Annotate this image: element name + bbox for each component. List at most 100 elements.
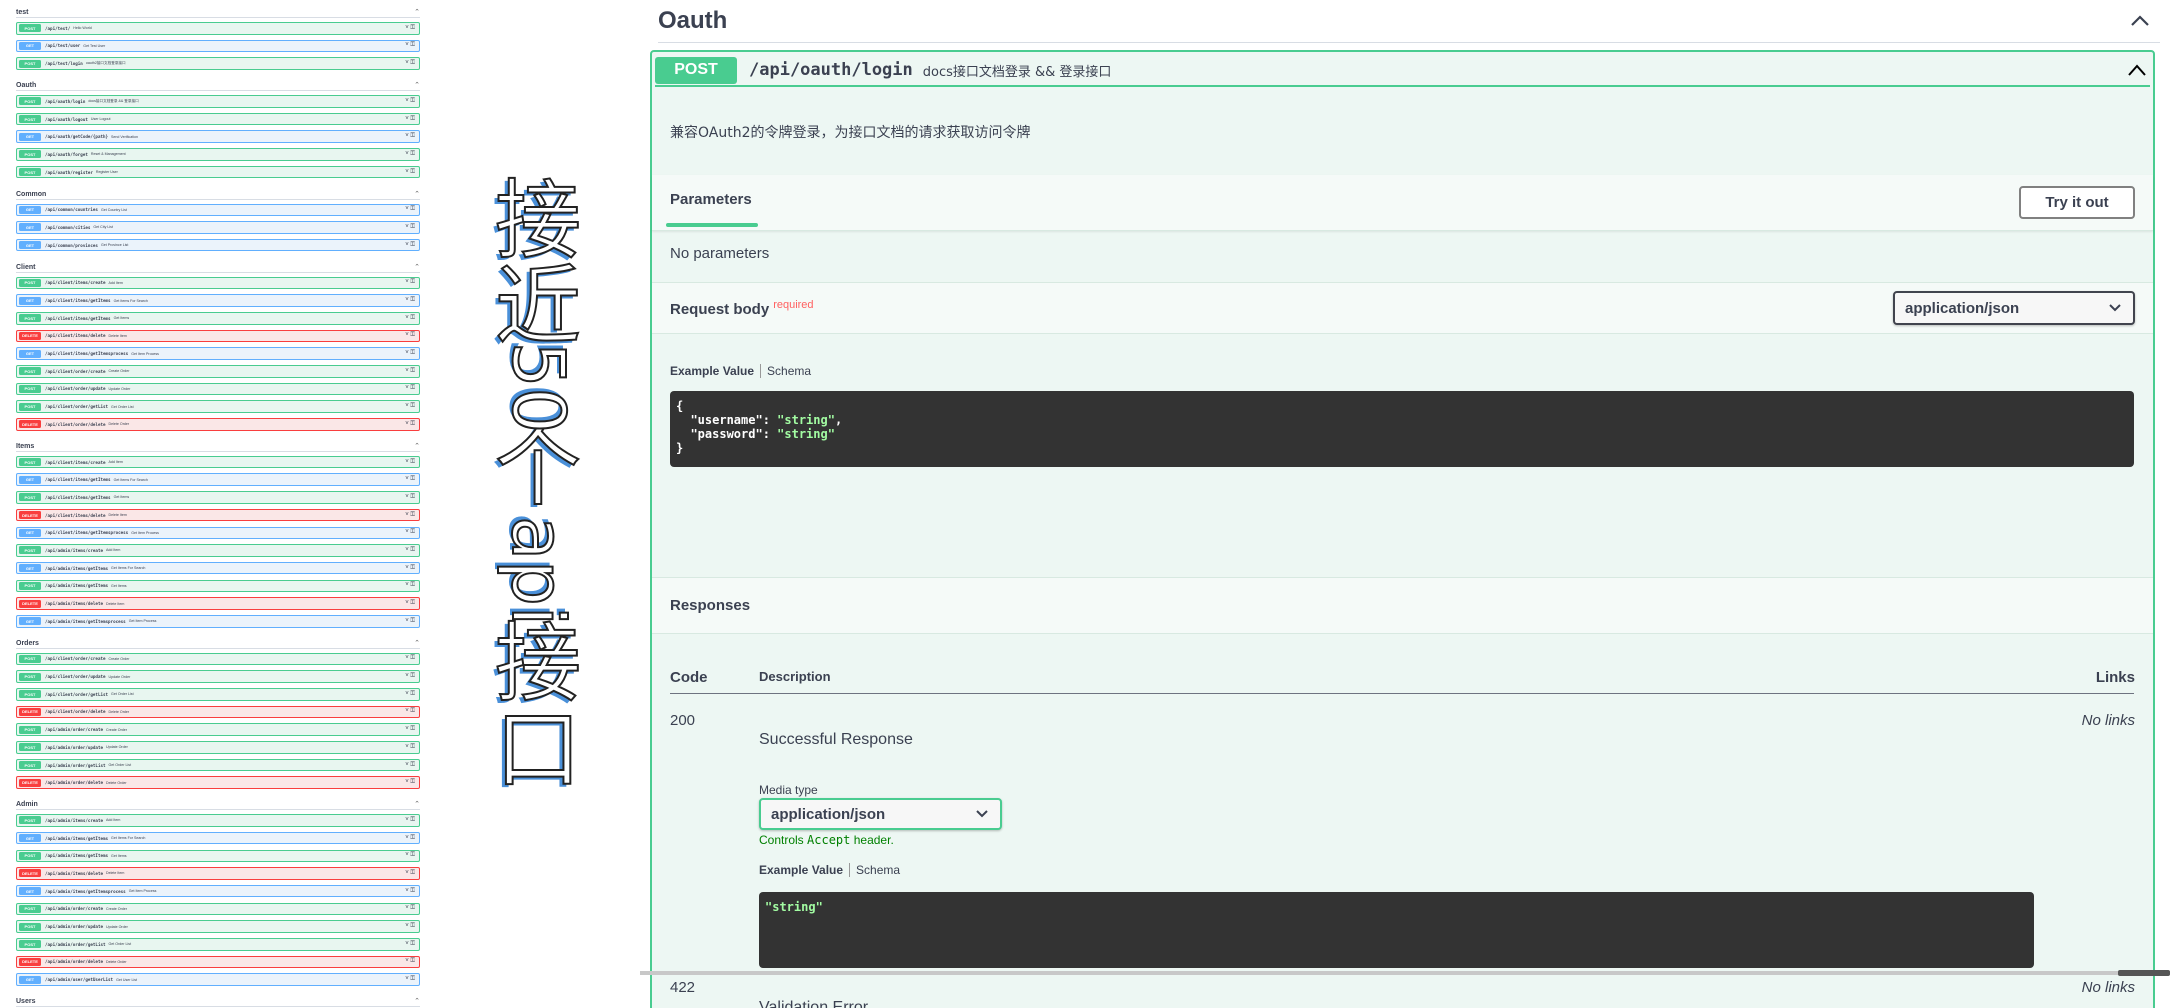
chevron-up-icon[interactable]: ⌃ — [414, 997, 420, 1005]
chevron-lock-icon[interactable]: ˅ ⚿ — [405, 941, 415, 948]
chevron-lock-icon[interactable]: ˅ ⚿ — [405, 529, 415, 536]
chevron-lock-icon[interactable]: ˅ ⚿ — [405, 600, 415, 607]
chevron-up-icon[interactable]: ⌃ — [414, 442, 420, 450]
endpoint-row[interactable]: POST/api/admin/order/update Update Order ˅… — [16, 920, 420, 933]
endpoint-row[interactable]: POST/api/admin/order/getList Get Order Li… — [16, 758, 420, 772]
endpoint-row[interactable]: POST/api/client/items/getItems Get Items ˅… — [16, 311, 420, 325]
chevron-lock-icon[interactable]: ˅ ⚿ — [405, 368, 415, 375]
chevron-lock-icon[interactable]: ˅ ⚿ — [405, 673, 415, 680]
endpoint-row[interactable]: POST/api/test/Hello World ˅ ⚿ — [16, 22, 420, 35]
tab-example-value[interactable]: Example Value — [759, 863, 843, 877]
chevron-lock-icon[interactable]: ˅ ⚿ — [405, 923, 415, 930]
chevron-lock-icon[interactable]: ˅ ⚿ — [405, 958, 415, 965]
endpoint-row[interactable]: POST/api/test/login oauth2接口文档登录接口 ˅ ⚿ — [16, 57, 420, 70]
tag-header[interactable]: Admin ⌃ — [16, 794, 420, 811]
endpoint-row[interactable]: GET/api/admin/items/getItemsprocess Get I… — [16, 884, 420, 898]
chevron-up-icon[interactable]: ⌃ — [414, 81, 420, 89]
operation-summary[interactable]: POST /api/oauth/login docs接口文档登录 && 登录接口 — [655, 55, 2150, 87]
chevron-lock-icon[interactable]: ˅ ⚿ — [405, 762, 415, 769]
chevron-up-icon[interactable]: ⌃ — [414, 190, 420, 198]
tab-example-value[interactable]: Example Value — [670, 364, 754, 378]
chevron-lock-icon[interactable]: ˅ ⚿ — [405, 870, 415, 877]
endpoint-row[interactable]: POST/api/client/items/create Add Item ˅ ⚿ — [16, 455, 420, 469]
chevron-lock-icon[interactable]: ˅ ⚿ — [405, 726, 415, 733]
chevron-lock-icon[interactable]: ˅ ⚿ — [405, 691, 415, 698]
chevron-lock-icon[interactable]: ˅ ⚿ — [405, 169, 415, 176]
endpoint-row[interactable]: GET/api/client/items/getItemsprocess Get … — [16, 347, 420, 360]
endpoint-row[interactable]: POST/api/admin/order/create Create Order ˅… — [16, 723, 420, 736]
chevron-lock-icon[interactable]: ˅ ⚿ — [405, 512, 415, 519]
chevron-lock-icon[interactable]: ˅ ⚿ — [405, 547, 415, 554]
chevron-lock-icon[interactable]: ˅ ⚿ — [405, 403, 415, 410]
endpoint-row[interactable]: DELETE/api/admin/items/delete Delete Item… — [16, 597, 420, 610]
tag-header[interactable]: Items ⌃ — [16, 436, 420, 452]
chevron-lock-icon[interactable]: ˅ ⚿ — [405, 151, 415, 158]
response-content-type-select[interactable]: application/json — [759, 798, 1002, 830]
chevron-lock-icon[interactable]: ˅ ⚿ — [405, 744, 415, 751]
tag-header[interactable]: Orders ⌃ — [16, 633, 420, 649]
tab-parameters[interactable]: Parameters — [670, 191, 752, 208]
endpoint-row[interactable]: GET/api/test/user Get Test User ˅ ⚿ — [16, 39, 420, 53]
endpoint-row[interactable]: GET/api/common/countries Get Country List… — [16, 203, 420, 217]
tag-header[interactable]: test ⌃ — [16, 2, 420, 18]
endpoint-row[interactable]: GET/api/client/items/getItems Get Items F… — [16, 473, 420, 487]
chevron-lock-icon[interactable]: ˅ ⚿ — [405, 494, 415, 501]
chevron-lock-icon[interactable]: ˅ ⚿ — [405, 888, 415, 895]
endpoint-row[interactable]: POST/api/oauth/logout User Logout ˅ ⚿ — [16, 112, 420, 126]
endpoint-row[interactable]: POST/api/client/order/update Update Order… — [16, 382, 420, 396]
chevron-lock-icon[interactable]: ˅ ⚿ — [405, 133, 415, 140]
chevron-lock-icon[interactable]: ˅ ⚿ — [405, 350, 415, 357]
chevron-lock-icon[interactable]: ˅ ⚿ — [405, 708, 415, 715]
endpoint-row[interactable]: POST/api/admin/items/getItems Get Items ˅ … — [16, 849, 420, 863]
endpoint-row[interactable]: GET/api/oauth/getCode/{path} Send Verific… — [16, 130, 420, 144]
tag-section-header[interactable]: Oauth — [658, 0, 2160, 43]
endpoint-row[interactable]: POST/api/client/order/create Create Order… — [16, 365, 420, 378]
chevron-lock-icon[interactable]: ˅ ⚿ — [405, 905, 415, 912]
chevron-lock-icon[interactable]: ˅ ⚿ — [405, 297, 415, 304]
endpoint-row[interactable]: DELETE/api/admin/items/delete Delete Item… — [16, 867, 420, 880]
chevron-lock-icon[interactable]: ˅ ⚿ — [405, 852, 415, 859]
endpoint-row[interactable]: POST/api/oauth/forget Reset & Management ˅… — [16, 148, 420, 161]
endpoint-row[interactable]: DELETE/api/client/items/delete Delete Ite… — [16, 508, 420, 522]
endpoint-row[interactable]: GET/api/client/items/getItemsprocess Get … — [16, 526, 420, 540]
endpoint-row[interactable]: POST/api/admin/items/getItems Get Items ˅ … — [16, 579, 420, 593]
chevron-up-icon[interactable]: ⌃ — [414, 639, 420, 647]
endpoint-row[interactable]: DELETE/api/client/order/delete Delete Ord… — [16, 418, 420, 431]
endpoint-row[interactable]: DELETE/api/admin/order/delete Delete Orde… — [16, 776, 420, 790]
endpoint-row[interactable]: POST/api/client/order/getList Get Order L… — [16, 688, 420, 701]
chevron-lock-icon[interactable]: ˅ ⚿ — [405, 476, 415, 483]
chevron-lock-icon[interactable]: ˅ ⚿ — [405, 976, 415, 983]
endpoint-row[interactable]: DELETE/api/admin/order/delete Delete Orde… — [16, 955, 420, 969]
tag-header[interactable]: Client ⌃ — [16, 257, 420, 273]
chevron-lock-icon[interactable]: ˅ ⚿ — [405, 421, 415, 428]
endpoint-row[interactable]: POST/api/admin/items/create Add Item ˅ ⚿ — [16, 544, 420, 557]
tab-schema[interactable]: Schema — [767, 364, 811, 378]
chevron-lock-icon[interactable]: ˅ ⚿ — [405, 42, 415, 49]
chevron-lock-icon[interactable]: ˅ ⚿ — [405, 618, 415, 625]
endpoint-row[interactable]: GET/api/common/provinces Get Province Lis… — [16, 238, 420, 252]
chevron-lock-icon[interactable]: ˅ ⚿ — [405, 565, 415, 572]
chevron-lock-icon[interactable]: ˅ ⚿ — [405, 582, 415, 589]
endpoint-row[interactable]: GET/api/admin/items/getItemsprocess Get I… — [16, 614, 420, 628]
endpoint-row[interactable]: GET/api/admin/user/getUserList Get User L… — [16, 973, 420, 986]
chevron-lock-icon[interactable]: ˅ ⚿ — [405, 655, 415, 662]
endpoint-row[interactable]: POST/api/client/order/create Create Order… — [16, 652, 420, 666]
endpoint-row[interactable]: GET/api/admin/items/getItems Get Items Fo… — [16, 561, 420, 575]
chevron-up-icon[interactable]: ⌃ — [414, 800, 420, 808]
tag-header[interactable]: Oauth ⌃ — [16, 75, 420, 92]
endpoint-row[interactable]: POST/api/oauth/register Register User ˅ ⚿ — [16, 165, 420, 179]
tag-header[interactable]: Users ⌃ — [16, 991, 420, 1007]
chevron-lock-icon[interactable]: ˅ ⚿ — [405, 779, 415, 786]
request-content-type-select[interactable]: application/json — [1893, 291, 2135, 325]
chevron-up-icon[interactable]: ⌃ — [414, 263, 420, 271]
endpoint-row[interactable]: GET/api/admin/items/getItems Get Items Fo… — [16, 831, 420, 845]
chevron-lock-icon[interactable]: ˅ ⚿ — [405, 60, 415, 67]
chevron-lock-icon[interactable]: ˅ ⚿ — [405, 279, 415, 286]
endpoint-row[interactable]: DELETE/api/client/order/delete Delete Ord… — [16, 705, 420, 719]
endpoint-row[interactable]: POST/api/admin/items/create Add Item ˅ ⚿ — [16, 814, 420, 827]
tag-header[interactable]: Common ⌃ — [16, 184, 420, 200]
endpoint-row[interactable]: POST/api/client/order/update Update Order… — [16, 670, 420, 683]
chevron-lock-icon[interactable]: ˅ ⚿ — [405, 98, 415, 105]
chevron-lock-icon[interactable]: ˅ ⚿ — [405, 817, 415, 824]
chevron-lock-icon[interactable]: ˅ ⚿ — [405, 315, 415, 322]
